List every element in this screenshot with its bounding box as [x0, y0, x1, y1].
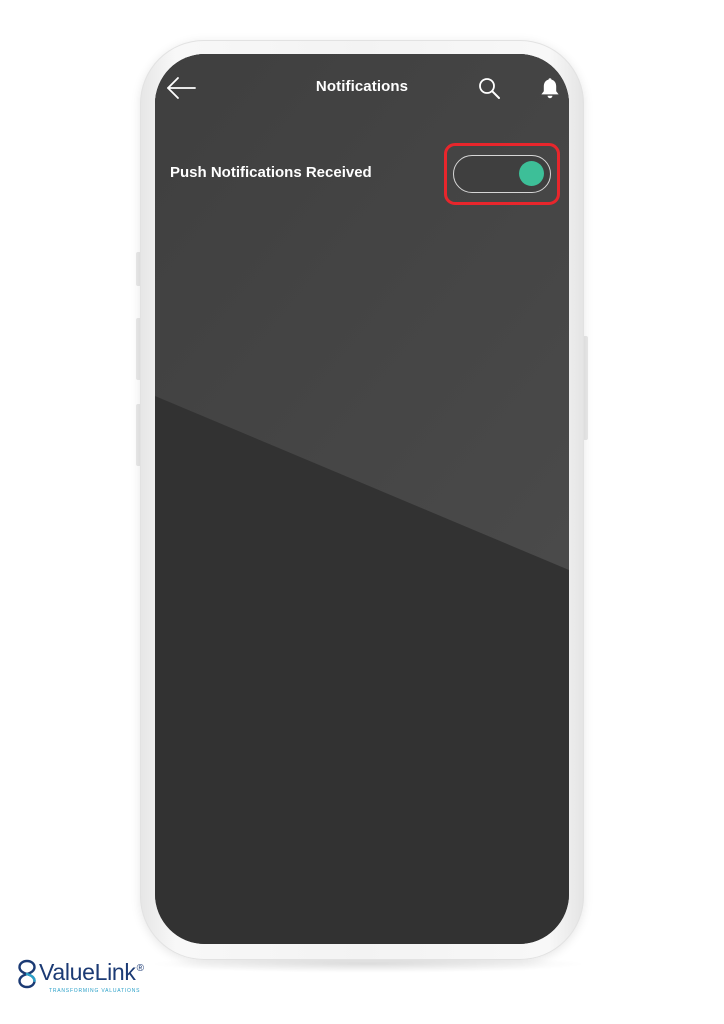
bell-icon[interactable]	[539, 76, 561, 100]
page-title: Notifications	[315, 78, 409, 95]
push-notifications-toggle[interactable]	[453, 155, 551, 193]
app-header: Notifications	[155, 54, 569, 124]
push-notifications-label: Push Notifications Received	[170, 164, 372, 181]
push-notifications-setting-row: Push Notifications Received	[155, 140, 569, 206]
registered-mark: ®	[136, 963, 144, 975]
search-icon[interactable]	[477, 76, 501, 100]
brand-name: ValueLink®	[39, 959, 144, 985]
phone-screen: Notifications Push Notifications Receive…	[155, 54, 569, 944]
toggle-knob	[519, 161, 544, 186]
valuelink-logo: ValueLink® TRANSFORMING VALUATIONS	[16, 957, 176, 997]
brand-tagline: TRANSFORMING VALUATIONS	[49, 988, 141, 994]
chain-link-logo-icon	[18, 959, 36, 989]
